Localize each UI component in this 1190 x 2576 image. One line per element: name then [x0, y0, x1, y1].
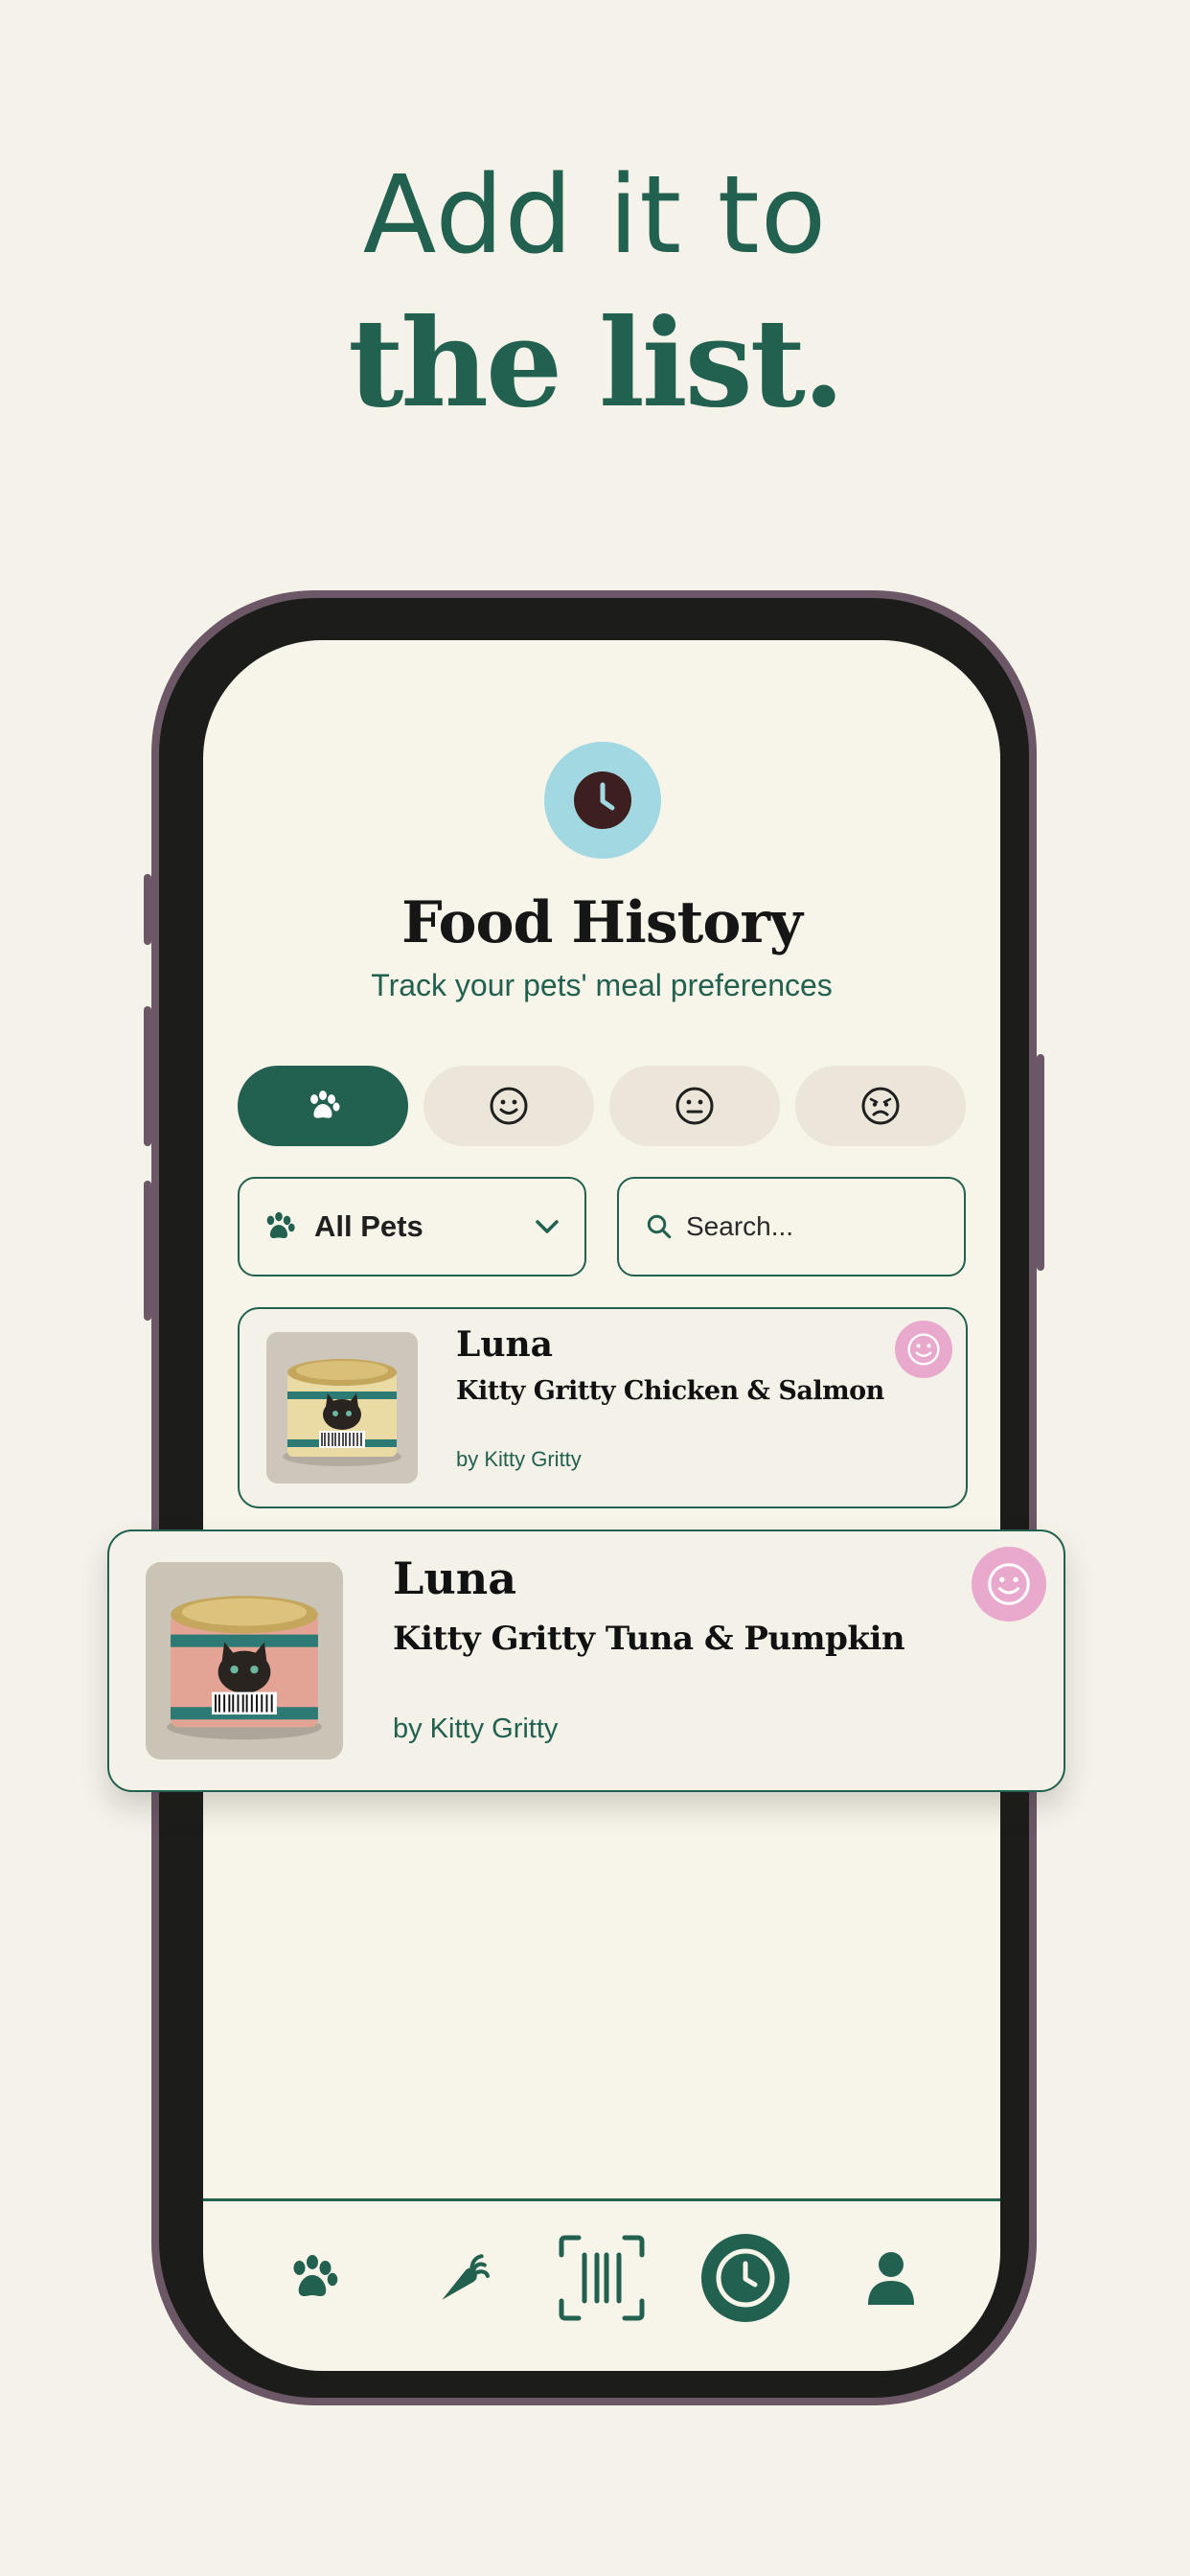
- bottom-nav: [203, 2198, 1000, 2371]
- clock-icon: [701, 2234, 790, 2322]
- carrot-icon: [442, 2254, 490, 2300]
- phone-volume-down: [144, 1181, 151, 1321]
- pet-select-value: All Pets: [314, 1209, 423, 1243]
- food-entry-card-highlighted[interactable]: Luna Kitty Gritty Tuna & Pumpkin by Kitt…: [107, 1530, 1065, 1792]
- app-screen: Food History Track your pets' meal prefe…: [203, 640, 1000, 2371]
- nav-profile-button[interactable]: [843, 2230, 939, 2326]
- food-can-image: [146, 1562, 343, 1760]
- page-title: Food History: [401, 889, 803, 956]
- headline-line-1: Add it to: [362, 153, 828, 278]
- food-entry-card[interactable]: Luna Kitty Gritty Chicken & Salmon by Ki…: [238, 1307, 968, 1508]
- entry-food-name: Kitty Gritty Chicken & Salmon: [456, 1376, 884, 1406]
- filter-all-button[interactable]: [238, 1066, 408, 1146]
- search-input[interactable]: [684, 1210, 937, 1243]
- paw-icon: [310, 1091, 340, 1118]
- smile-icon: [490, 1087, 528, 1125]
- entry-brand: by Kitty Gritty: [456, 1447, 582, 1471]
- nav-history-button[interactable]: [698, 2230, 793, 2326]
- page-subtitle: Track your pets' meal preferences: [371, 968, 833, 1002]
- neutral-face-icon: [675, 1087, 714, 1125]
- headline-line-2: the list.: [348, 292, 845, 434]
- angry-face-icon: [861, 1087, 900, 1125]
- entry-pet-name: Luna: [456, 1324, 553, 1365]
- nav-scan-button[interactable]: [554, 2230, 650, 2326]
- phone-action-button: [144, 874, 151, 945]
- filter-disliked-button[interactable]: [795, 1066, 966, 1146]
- phone-volume-up: [144, 1006, 151, 1146]
- phone-bezel: Food History Track your pets' meal prefe…: [159, 598, 1029, 2398]
- mood-badge: [972, 1547, 1046, 1622]
- paw-icon: [266, 1211, 295, 1239]
- search-box[interactable]: [617, 1177, 966, 1276]
- chevron-down-icon: [536, 1220, 559, 1233]
- food-can-image: [266, 1332, 418, 1484]
- phone-power-button: [1037, 1054, 1044, 1271]
- nav-pets-button[interactable]: [264, 2230, 360, 2326]
- filter-liked-button[interactable]: [423, 1066, 594, 1146]
- history-clock-badge: [544, 742, 661, 859]
- barcode-scan-icon: [559, 2235, 645, 2321]
- pet-select-dropdown[interactable]: All Pets: [238, 1177, 586, 1276]
- profile-icon: [868, 2252, 914, 2305]
- search-icon: [647, 1214, 672, 1239]
- smile-icon: [907, 1333, 940, 1366]
- paw-icon: [293, 2255, 338, 2296]
- smile-icon: [988, 1563, 1030, 1605]
- nav-food-button[interactable]: [414, 2230, 510, 2326]
- entry-food-name: Kitty Gritty Tuna & Pumpkin: [393, 1620, 905, 1658]
- clock-icon: [574, 771, 631, 829]
- phone-frame: Food History Track your pets' meal prefe…: [144, 590, 1044, 2405]
- mood-badge: [895, 1321, 952, 1378]
- mood-filter-bar: [238, 1066, 966, 1146]
- filter-neutral-button[interactable]: [609, 1066, 780, 1146]
- entry-brand: by Kitty Gritty: [393, 1714, 559, 1744]
- entry-pet-name: Luna: [393, 1552, 517, 1604]
